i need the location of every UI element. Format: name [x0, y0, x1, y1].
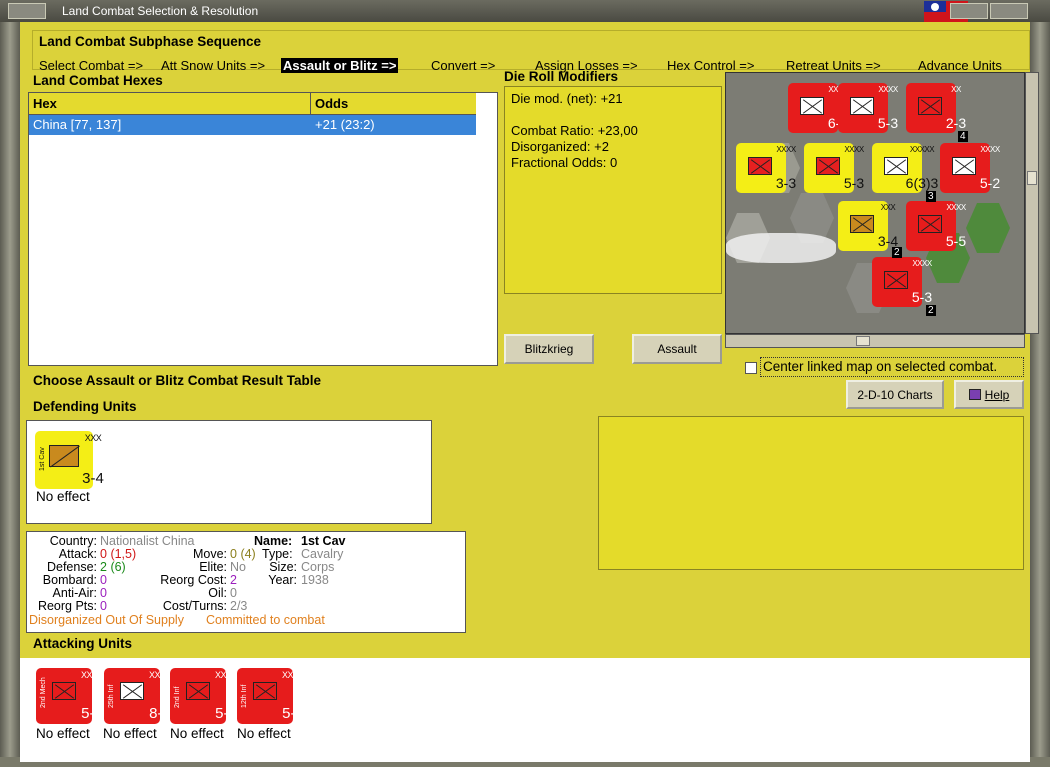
- map-vertical-scrollbar[interactable]: [1025, 72, 1039, 334]
- attack-value: 0: [100, 547, 107, 561]
- main-panel: Land Combat Subphase Sequence Select Com…: [20, 22, 1039, 762]
- help-button[interactable]: Help: [954, 380, 1024, 409]
- stack-count: 3: [926, 191, 936, 202]
- attacking-unit-12th-inf[interactable]: XXXX 12th Inf 5-4: [237, 668, 305, 724]
- combat-result-panel: [598, 416, 1024, 570]
- map-horizontal-scrollbar[interactable]: [725, 334, 1025, 348]
- hex-cell[interactable]: China [77, 137]: [29, 115, 311, 135]
- attacking-unit-2nd-inf[interactable]: XXXX 2nd Inf 5-3: [170, 668, 238, 724]
- move-extra: (4): [240, 547, 256, 561]
- drm-net: Die mod. (net): +21: [511, 91, 623, 106]
- snow-area: [726, 233, 836, 263]
- status-committed: Committed to combat: [206, 613, 325, 627]
- reorg-pts-label: Reorg Pts:: [37, 599, 97, 613]
- left-border: [0, 22, 20, 767]
- help-book-icon: [968, 389, 981, 400]
- close-button[interactable]: [990, 3, 1028, 19]
- window-frame: Land Combat Selection & Resolution Land …: [0, 0, 1050, 767]
- step-convert[interactable]: Convert =>: [431, 58, 495, 73]
- cost-turns-value: 2/3: [230, 599, 248, 613]
- cost-turns-label: Cost/Turns:: [162, 599, 227, 613]
- defense-extra: (6): [110, 560, 126, 574]
- step-att-snow-units[interactable]: Att Snow Units =>: [161, 58, 265, 73]
- charts-button[interactable]: 2-D-10 Charts: [846, 380, 944, 409]
- scroll-thumb[interactable]: [856, 336, 870, 346]
- combat-hexes-table: Hex Odds China [77, 137] +21 (23:2): [28, 92, 498, 366]
- attacking-title: Attacking Units: [33, 636, 133, 651]
- stack-count: 2: [926, 305, 936, 316]
- step-advance-units[interactable]: Advance Units: [918, 58, 1002, 73]
- center-map-checkbox[interactable]: [745, 362, 757, 374]
- stack-count: 4: [958, 131, 968, 142]
- blitzkrieg-button[interactable]: Blitzkrieg: [504, 334, 594, 364]
- odds-column-header[interactable]: Odds: [311, 93, 476, 115]
- attacking-unit-result: No effect: [170, 726, 224, 741]
- attacking-unit-25th-inf[interactable]: XXXX 25th Inf 8-3: [104, 668, 172, 724]
- map-counter-3-3[interactable]: XXXX 3-3: [736, 143, 796, 193]
- defending-unit-1st-cav[interactable]: XXX 1st Cav 3-4: [35, 431, 104, 489]
- map-counter-5-5[interactable]: XXXX 5-5: [906, 201, 966, 251]
- attacking-unit-result: No effect: [36, 726, 90, 741]
- attacking-unit-result: No effect: [237, 726, 291, 741]
- cavalry-symbol-icon: [49, 445, 80, 468]
- attacking-unit-2nd-mech[interactable]: XXXX 2nd Mech 5-5: [36, 668, 104, 724]
- window-title: Land Combat Selection & Resolution: [62, 4, 259, 18]
- stack-count: 2: [892, 247, 902, 258]
- hexes-title: Land Combat Hexes: [33, 73, 163, 88]
- step-hex-control[interactable]: Hex Control =>: [667, 58, 754, 73]
- map-counter-5-3-c[interactable]: XXXX 5-3: [872, 257, 932, 307]
- attacking-unit-result: No effect: [103, 726, 157, 741]
- drm-title: Die Roll Modifiers: [504, 69, 619, 84]
- assault-button[interactable]: Assault: [632, 334, 722, 364]
- die-roll-modifiers: Die mod. (net): +21 Combat Ratio: +23,00…: [504, 86, 722, 294]
- attacking-units-panel: XXXX 2nd Mech 5-5 No effect XXXX 25th In…: [20, 658, 1030, 762]
- sequence-title: Land Combat Subphase Sequence: [39, 34, 262, 49]
- map-counter-5-2[interactable]: XXXX 5-2: [940, 143, 1000, 193]
- map-counter-2-3[interactable]: XX 2-3: [906, 83, 966, 133]
- linked-map[interactable]: XXXX6-2 XXXX5-3 XX2-3 XXXX3-3 XXXX5-3 XX…: [725, 72, 1025, 334]
- help-label: Help: [984, 388, 1010, 402]
- map-counter-5-3-b[interactable]: XXXX 5-3: [804, 143, 864, 193]
- scroll-thumb[interactable]: [1027, 171, 1037, 185]
- center-map-label[interactable]: Center linked map on selected combat.: [760, 357, 1024, 377]
- step-assault-or-blitz[interactable]: Assault or Blitz =>: [281, 58, 399, 73]
- subphase-sequence: Land Combat Subphase Sequence Select Com…: [32, 30, 1030, 73]
- drm-combat-ratio: Combat Ratio: +23,00: [511, 123, 638, 138]
- map-counter-6-3-3[interactable]: XXXXX 6(3)3: [872, 143, 938, 193]
- year-value: 1938: [301, 573, 329, 587]
- defending-title: Defending Units: [33, 399, 137, 414]
- unit-info-panel: Country: Nationalist China Name: 1st Cav…: [26, 531, 466, 633]
- defending-units-panel: XXX 1st Cav 3-4 No effect: [26, 420, 432, 524]
- map-counter-5-3-a[interactable]: XXXX 5-3: [838, 83, 898, 133]
- status-disorganized: Disorganized Out Of Supply: [29, 613, 184, 627]
- defense-value: 2: [100, 560, 107, 574]
- crt-title: Choose Assault or Blitz Combat Result Ta…: [33, 373, 322, 388]
- map-counter-6-2[interactable]: XXXX6-2: [788, 83, 848, 133]
- step-retreat-units[interactable]: Retreat Units =>: [786, 58, 881, 73]
- year-label: Year:: [268, 573, 297, 587]
- defending-unit-result: No effect: [36, 489, 90, 504]
- drm-disorganized: Disorganized: +2: [511, 139, 609, 154]
- reorg-pts-value: 0: [100, 599, 107, 613]
- move-value: 0: [230, 547, 237, 561]
- drm-fractional-odds: Fractional Odds: 0: [511, 155, 618, 170]
- title-bar: Land Combat Selection & Resolution: [0, 0, 1050, 22]
- minimize-button[interactable]: [950, 3, 988, 19]
- attack-extra: (1,5): [110, 547, 137, 561]
- drm-spacer: [511, 107, 715, 123]
- map-counter-3-4-selected[interactable]: XXX 3-4: [838, 201, 898, 251]
- hex-column-header[interactable]: Hex: [29, 93, 311, 115]
- system-menu-button[interactable]: [8, 3, 46, 19]
- odds-cell[interactable]: +21 (23:2): [311, 115, 476, 135]
- step-select-combat[interactable]: Select Combat =>: [39, 58, 143, 73]
